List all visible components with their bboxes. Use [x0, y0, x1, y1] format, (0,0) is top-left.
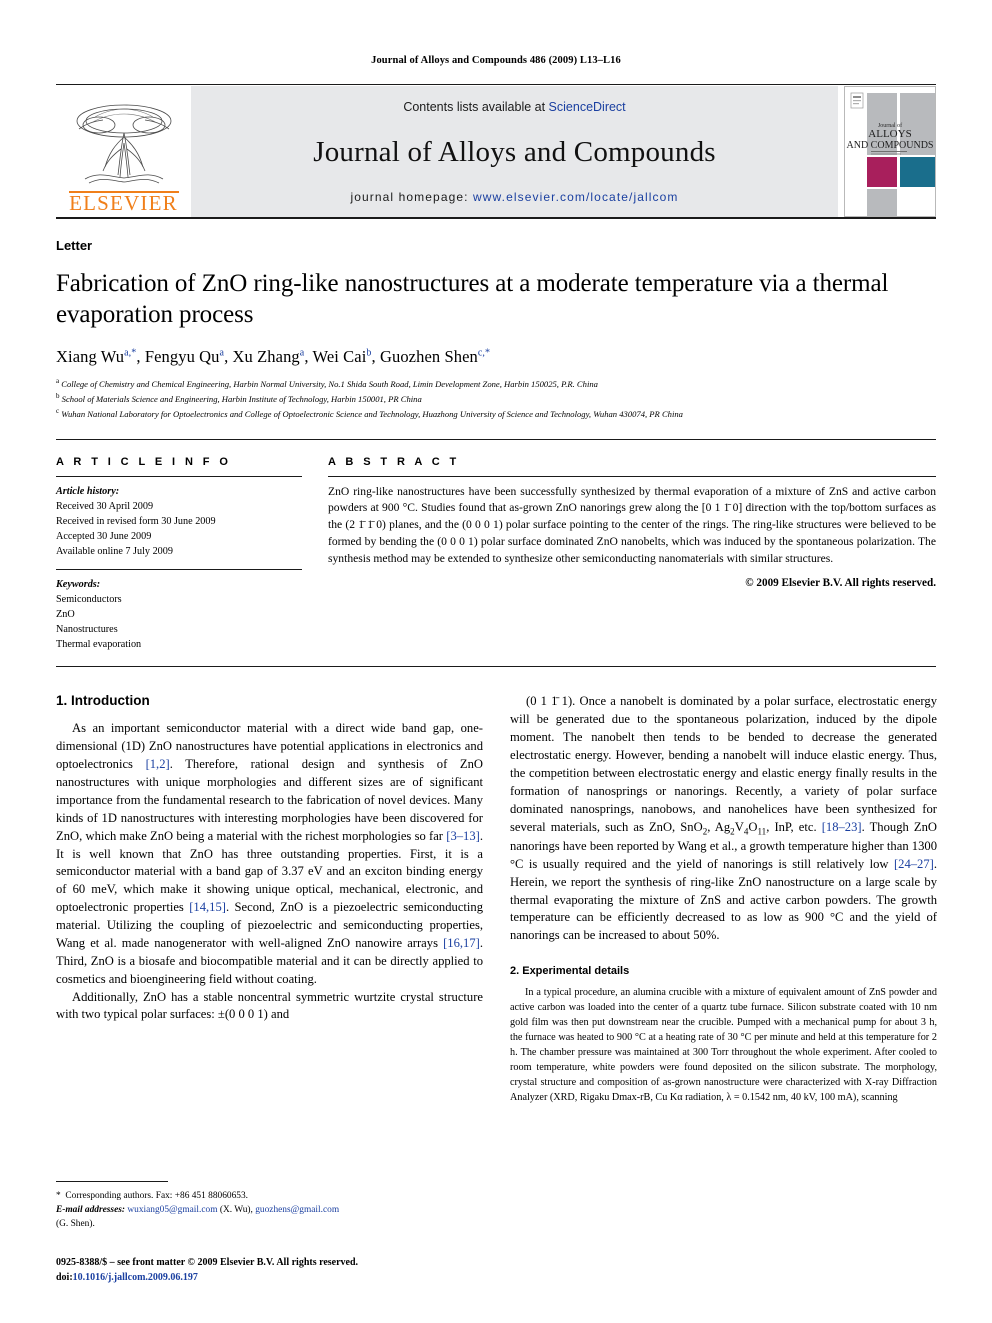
author-name: Guozhen Shen	[379, 347, 478, 366]
article-page: Journal of Alloys and Compounds 486 (200…	[0, 0, 992, 1323]
footnote-email-1[interactable]: wuxiang05@gmail.com	[127, 1205, 217, 1215]
svg-text:AND COMPOUNDS: AND COMPOUNDS	[847, 140, 934, 151]
author-marks: a,*	[124, 347, 137, 359]
footnote-email-line: E-mail addresses: wuxiang05@gmail.com (X…	[56, 1204, 340, 1215]
affiliation-item: c Wuhan National Laboratory for Optoelec…	[56, 406, 936, 421]
affiliation-mark: b	[56, 392, 60, 401]
text-run: V	[734, 819, 744, 834]
citation-ref[interactable]: [14,15]	[189, 900, 226, 914]
subscript: 11	[757, 826, 767, 837]
divider	[56, 475, 302, 477]
journal-homepage-line: journal homepage: www.elsevier.com/locat…	[350, 190, 678, 204]
footnote-email-label: E-mail addresses:	[56, 1204, 126, 1215]
author-marks: b	[366, 347, 372, 359]
keyword-item: Semiconductors	[56, 594, 122, 606]
intro-paragraph-2: Additionally, ZnO has a stable noncentra…	[56, 989, 483, 1022]
citation-ref[interactable]: [18–23]	[822, 820, 862, 834]
affiliation-text: College of Chemistry and Chemical Engine…	[61, 378, 598, 389]
citation-ref[interactable]: [24–27]	[894, 857, 934, 871]
author-marks: a	[219, 347, 225, 359]
author-name: Xiang Wu	[56, 347, 125, 366]
history-item: Accepted 30 June 2009	[56, 530, 152, 542]
affiliation-text: Wuhan National Laboratory for Optoelectr…	[61, 409, 683, 420]
author-marks: a	[299, 347, 305, 359]
intro-paragraph-1: As an important semiconductor material w…	[56, 720, 483, 988]
affiliation-item: a College of Chemistry and Chemical Engi…	[56, 376, 936, 391]
author-marks: c,*	[477, 347, 491, 359]
footnote-email-2-who: (G. Shen).	[56, 1218, 95, 1229]
right-paragraph-1: (0 1 1̄ 1). Once a nanobelt is dominated…	[510, 693, 937, 945]
affiliation-list: a College of Chemistry and Chemical Engi…	[56, 376, 936, 422]
footnote-corresponding-text: Corresponding authors. Fax: +86 451 8806…	[65, 1190, 248, 1201]
history-item: Received in revised form 30 June 2009	[56, 515, 216, 527]
keyword-item: Thermal evaporation	[56, 639, 142, 651]
author-name: Fengyu Qu	[144, 347, 220, 366]
corresponding-author-footnote: * Corresponding authors. Fax: +86 451 88…	[56, 1180, 483, 1231]
affiliation-text: School of Materials Science and Engineer…	[61, 394, 422, 405]
elsevier-tree-icon	[76, 104, 171, 184]
doi-line: doi:10.1016/j.jallcom.2009.06.197	[56, 1270, 483, 1285]
keyword-item: ZnO	[56, 609, 75, 621]
article-info-heading: A R T I C L E I N F O	[56, 455, 232, 468]
citation-ref[interactable]: [3–13]	[446, 829, 480, 843]
right-column: (0 1 1̄ 1). Once a nanobelt is dominated…	[510, 693, 937, 1106]
footnote-email-1-who: (X. Wu)	[219, 1204, 251, 1215]
running-head: Journal of Alloys and Compounds 486 (200…	[371, 55, 621, 66]
article-history-block: Article history: Received 30 April 2009 …	[56, 484, 302, 559]
doi-label: doi:	[56, 1272, 73, 1283]
article-title: Fabrication of ZnO ring-like nanostructu…	[56, 270, 889, 328]
footnote-email-2[interactable]: guozhens@gmail.com	[255, 1205, 339, 1215]
sciencedirect-link[interactable]: ScienceDirect	[549, 100, 626, 114]
elsevier-logo: ELSEVIER	[56, 86, 191, 217]
divider	[56, 568, 302, 570]
elsevier-wordmark: ELSEVIER	[69, 191, 178, 215]
journal-title: Journal of Alloys and Compounds	[313, 135, 716, 168]
footnote-corresponding-line: * Corresponding authors. Fax: +86 451 88…	[56, 1189, 483, 1203]
citation-ref[interactable]: [1,2]	[146, 757, 170, 771]
text-run: , Ag	[707, 819, 731, 834]
homepage-prefix: journal homepage:	[350, 190, 474, 204]
masthead-center: Contents lists available at ScienceDirec…	[191, 86, 838, 217]
abstract-copyright: © 2009 Elsevier B.V. All rights reserved…	[745, 577, 936, 590]
section-heading-experimental: 2. Experimental details	[510, 965, 630, 978]
abstract-text: ZnO ring-like nanostructures have been s…	[328, 484, 936, 566]
footnote-marker: *	[56, 1190, 61, 1201]
article-doctype: Letter	[56, 238, 93, 253]
left-column: 1. Introduction As an important semicond…	[56, 693, 483, 1106]
citation-ref[interactable]: [16,17]	[443, 936, 480, 950]
abstract-heading: A B S T R A C T	[328, 455, 460, 468]
affiliation-mark: a	[56, 377, 60, 385]
affiliation-mark: c	[56, 407, 60, 416]
body-columns: 1. Introduction As an important semicond…	[56, 693, 937, 1106]
article-info-column: A R T I C L E I N F O Article history: R…	[56, 456, 302, 653]
history-item: Available online 7 July 2009	[56, 545, 173, 557]
divider	[328, 475, 936, 477]
cover-artwork: Journal of ALLOYS AND COMPOUNDS	[845, 87, 935, 216]
article-history-label: Article history:	[56, 485, 120, 497]
affiliation-item: b School of Materials Science and Engine…	[56, 391, 936, 406]
footnote-rule	[56, 1180, 168, 1182]
experimental-paragraph-1: In a typical procedure, an alumina cruci…	[510, 987, 937, 1104]
section-heading-introduction: 1. Introduction	[56, 693, 150, 709]
journal-masthead: ELSEVIER Contents lists available at Sci…	[56, 84, 936, 219]
keywords-block: Keywords: Semiconductors ZnO Nanostructu…	[56, 577, 302, 652]
abstract-column: A B S T R A C T ZnO ring-like nanostruct…	[328, 456, 936, 653]
author-name: Xu Zhang	[232, 347, 300, 366]
text-run: , InP, etc.	[766, 819, 822, 834]
text-run: (0 1 1̄ 1). Once a nanobelt is dominated…	[510, 694, 937, 834]
author-list: Xiang Wua,*, Fengyu Qua, Xu Zhanga, Wei …	[56, 347, 491, 366]
page-footer: 0925-8388/$ – see front matter © 2009 El…	[56, 1255, 483, 1285]
history-item: Received 30 April 2009	[56, 500, 154, 512]
keywords-label: Keywords:	[56, 578, 101, 590]
contents-available-line: Contents lists available at ScienceDirec…	[403, 100, 625, 114]
author-name: Wei Cai	[312, 347, 367, 366]
keyword-item: Nanostructures	[56, 624, 118, 636]
svg-text:ALLOYS: ALLOYS	[868, 128, 911, 140]
contents-prefix: Contents lists available at	[403, 100, 549, 114]
doi-link[interactable]: 10.1016/j.jallcom.2009.06.197	[73, 1272, 198, 1283]
info-abstract-band: A R T I C L E I N F O Article history: R…	[56, 438, 936, 668]
journal-cover-thumbnail: Journal of ALLOYS AND COMPOUNDS	[844, 86, 936, 217]
journal-homepage-link[interactable]: www.elsevier.com/locate/jallcom	[473, 190, 679, 204]
front-matter-line: 0925-8388/$ – see front matter © 2009 El…	[56, 1257, 359, 1268]
